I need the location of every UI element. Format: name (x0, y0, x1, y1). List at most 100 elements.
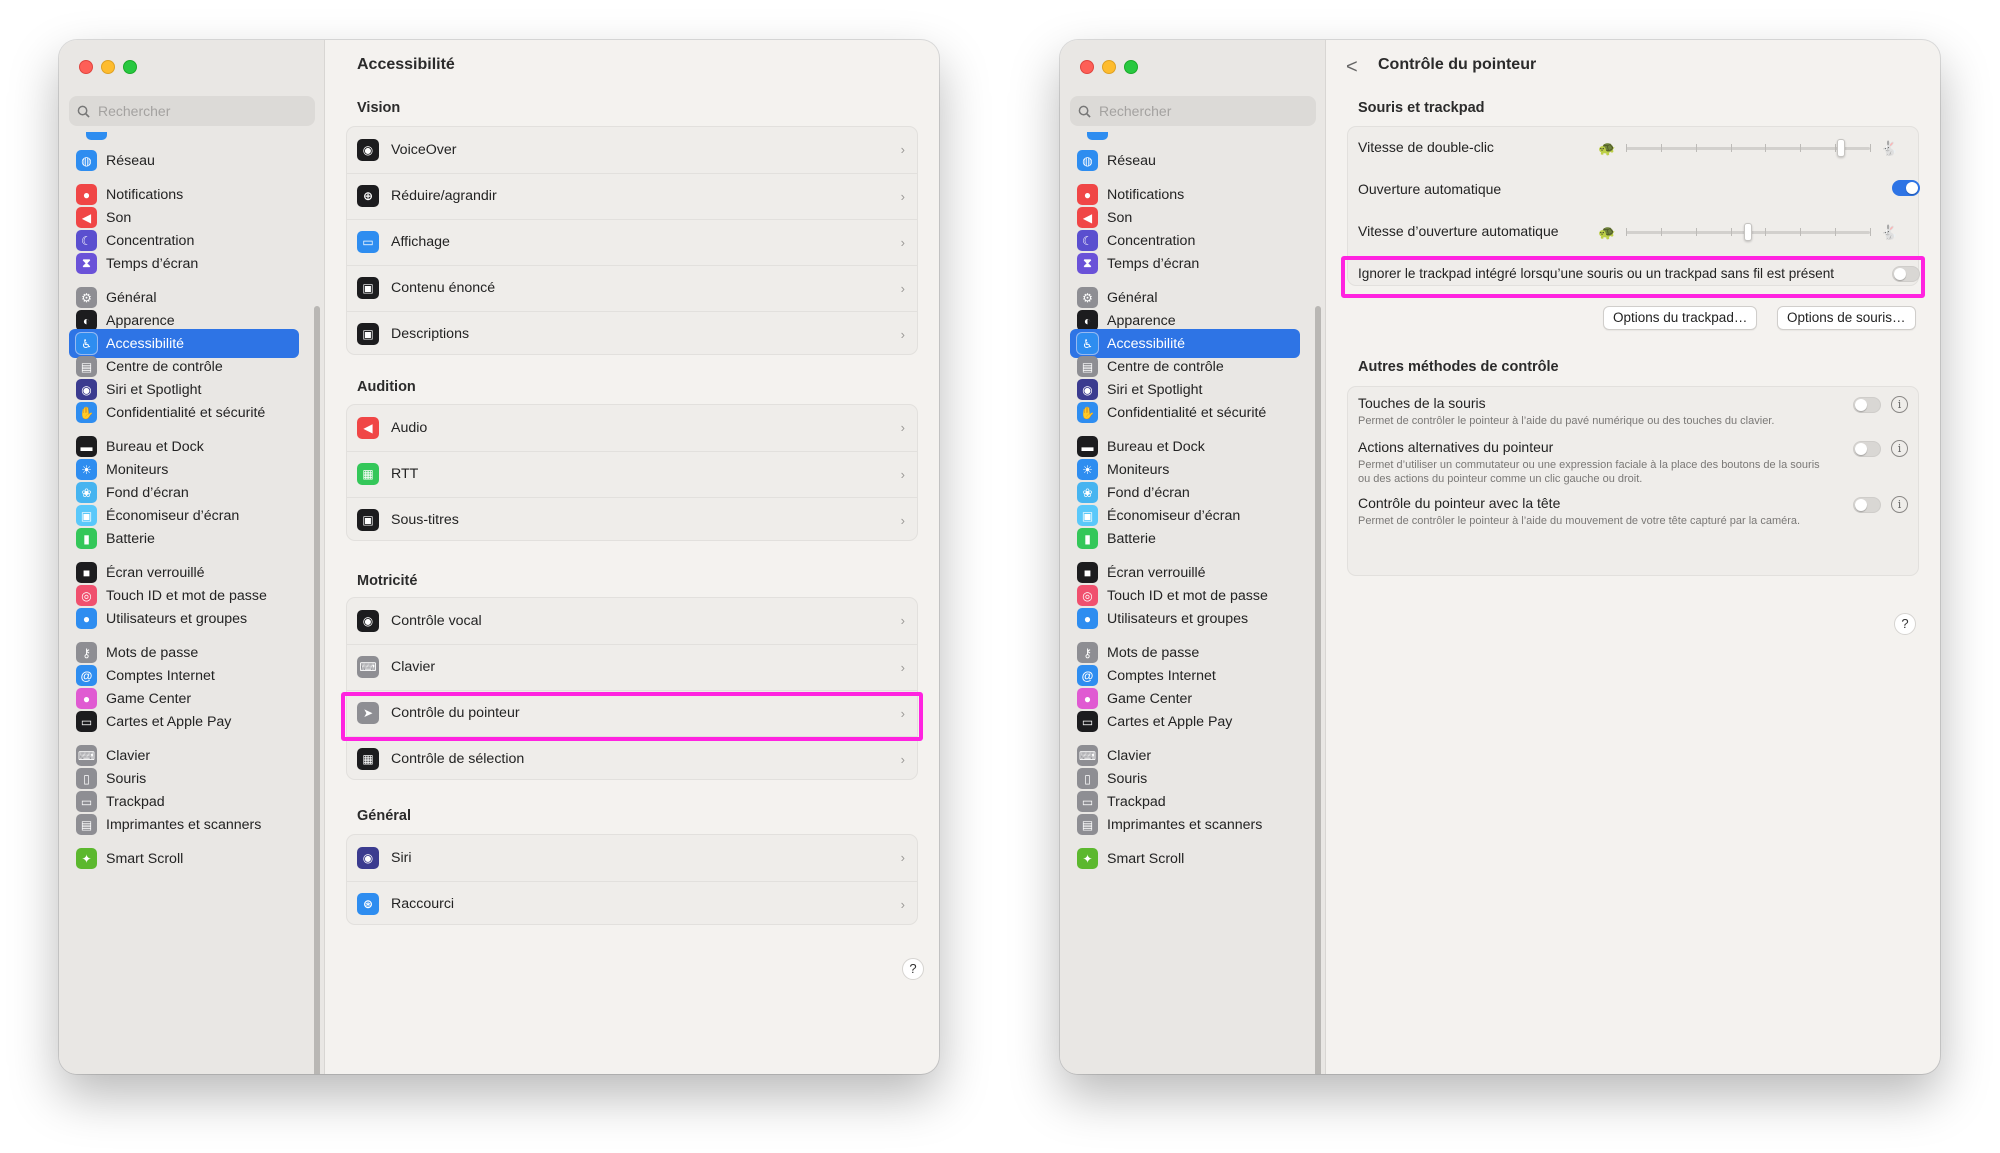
row-zoom[interactable]: ⊕ Réduire/agrandir › (347, 173, 917, 218)
row-spoken-content[interactable]: ▣ Contenu énoncé › (347, 265, 917, 310)
hare-icon: 🐇 (1880, 140, 1898, 156)
slider-thumb[interactable] (1744, 223, 1752, 241)
battery-icon: ▮ (1077, 528, 1098, 549)
slider-tick (1835, 144, 1837, 152)
sidebar-scrollbar[interactable] (314, 306, 320, 1074)
siri-icon: ◉ (1077, 379, 1098, 400)
other-method-toggle[interactable] (1853, 397, 1881, 413)
close-button[interactable] (1080, 60, 1094, 74)
voice-control-icon: ◉ (357, 609, 379, 632)
slider-tick (1660, 144, 1662, 152)
sidebar-item-battery[interactable]: ▮ Batterie (69, 524, 299, 553)
search-input[interactable] (98, 103, 298, 119)
help-button[interactable]: ? (1894, 613, 1916, 635)
info-icon[interactable]: i (1891, 396, 1908, 413)
chevron-right-icon: › (900, 512, 905, 528)
sidebar-item-hand[interactable]: ✋ Confidentialité et sécurité (1070, 398, 1300, 427)
sidebar-item-label: Batterie (106, 530, 155, 547)
sidebar-item-smart-scroll[interactable]: ✦ Smart Scroll (69, 844, 299, 873)
row-switch-control[interactable]: ▦ Contrôle de sélection › (347, 736, 917, 781)
sidebar-item-users[interactable]: ● Utilisateurs et groupes (69, 604, 299, 633)
minimize-button[interactable] (1102, 60, 1116, 74)
sidebar-item-label: Game Center (106, 690, 192, 707)
sidebar-item-hand[interactable]: ✋ Confidentialité et sécurité (69, 398, 299, 427)
shortcut-icon: ⊛ (357, 893, 379, 915)
trackpad-options-button[interactable]: Options du trackpad… (1603, 306, 1758, 330)
sidebar-item-label: Clavier (106, 747, 151, 764)
row-display[interactable]: ▭ Affichage › (347, 219, 917, 264)
sidebar-item-users[interactable]: ● Utilisateurs et groupes (1070, 604, 1300, 633)
other-method-toggle[interactable] (1853, 441, 1881, 457)
row-keyboard[interactable]: ⌨ Clavier › (347, 644, 917, 689)
settings-window-pointer-control: ◍Réseau●Notifications◀Son☾Concentration⧗… (1060, 40, 1940, 1074)
zoom-button[interactable] (1124, 60, 1138, 74)
row-voice-control[interactable]: ◉ Contrôle vocal › (347, 598, 917, 643)
sidebar-item-label: Smart Scroll (1107, 850, 1185, 867)
row-voiceover[interactable]: ◉ VoiceOver › (347, 127, 917, 172)
search-field[interactable] (1070, 96, 1316, 126)
sidebar-item-smart-scroll[interactable]: ✦ Smart Scroll (1070, 844, 1300, 873)
sidebar-item-label: Souris (1107, 770, 1148, 787)
chevron-right-icon: › (900, 188, 905, 204)
other-method-title: Contrôle du pointeur avec la tête (1358, 495, 1561, 511)
gear-icon: ⚙ (76, 287, 97, 308)
mouse-icon: ▯ (1077, 768, 1098, 789)
info-icon[interactable]: i (1891, 440, 1908, 457)
sidebar-item-label: Utilisateurs et groupes (106, 610, 248, 627)
sidebar-item-hourglass[interactable]: ⧗ Temps d’écran (1070, 249, 1300, 278)
sidebar-item-printer[interactable]: ▤ Imprimantes et scanners (1070, 810, 1300, 839)
partially-visible-icon (1087, 132, 1108, 140)
sidebar-item-label: Réseau (1107, 152, 1156, 169)
row-shortcut[interactable]: ⊛ Raccourci › (347, 881, 917, 926)
game-center-icon: ● (1077, 688, 1098, 709)
help-button[interactable]: ? (902, 958, 924, 980)
sidebar-item-battery[interactable]: ▮ Batterie (1070, 524, 1300, 553)
sidebar-item-globe[interactable]: ◍ Réseau (1070, 146, 1300, 175)
spring-loading-speed-slider[interactable]: 🐢 🐇 (1598, 222, 1898, 242)
search-input[interactable] (1099, 103, 1299, 119)
accessibility-icon: ♿ (1077, 333, 1098, 354)
trackpad-icon: ▭ (76, 791, 97, 812)
double-click-speed-slider[interactable]: 🐢 🐇 (1598, 138, 1898, 158)
hourglass-icon: ⧗ (1077, 253, 1098, 274)
users-icon: ● (1077, 608, 1098, 629)
row-rtt[interactable]: ▦ RTT › (347, 451, 917, 496)
sidebar-item-label: Notifications (106, 186, 184, 203)
spring-loading-toggle[interactable] (1892, 180, 1920, 196)
sidebar-item-wallet[interactable]: ▭ Cartes et Apple Pay (1070, 707, 1300, 736)
sidebar-item-label: Moniteurs (1107, 461, 1170, 478)
other-method-title: Actions alternatives du pointeur (1358, 439, 1554, 455)
sidebar-item-label: Siri et Spotlight (106, 381, 202, 398)
section-heading: Vision (357, 100, 401, 116)
speaker-icon: ◀ (1077, 207, 1098, 228)
slider-tick (1765, 228, 1767, 236)
sidebar-scrollbar[interactable] (1315, 306, 1321, 1074)
sidebar-item-label: Confidentialité et sécurité (106, 404, 266, 421)
zoom-button[interactable] (123, 60, 137, 74)
row-audio[interactable]: ◀ Audio › (347, 405, 917, 450)
sidebar-item-globe[interactable]: ◍ Réseau (69, 146, 299, 175)
sidebar-item-wallet[interactable]: ▭ Cartes et Apple Pay (69, 707, 299, 736)
row-subtitles[interactable]: ▣ Sous-titres › (347, 497, 917, 542)
slider-thumb[interactable] (1836, 139, 1845, 157)
slider-tick (1765, 144, 1767, 152)
info-icon[interactable]: i (1891, 496, 1908, 513)
screensaver-icon: ▣ (1077, 505, 1098, 526)
other-method-toggle[interactable] (1853, 497, 1881, 513)
row-label: VoiceOver (391, 141, 457, 158)
row-descriptions[interactable]: ▣ Descriptions › (347, 311, 917, 356)
slider-tick (1730, 228, 1732, 236)
search-icon (77, 105, 90, 118)
page-title: Contrôle du pointeur (1378, 56, 1537, 73)
mouse-options-button[interactable]: Options de souris… (1777, 306, 1916, 330)
search-field[interactable] (69, 96, 315, 126)
smart-scroll-icon: ✦ (1077, 848, 1098, 869)
minimize-button[interactable] (101, 60, 115, 74)
row-siri[interactable]: ◉ Siri › (347, 835, 917, 880)
chevron-right-icon: › (900, 234, 905, 250)
sidebar-item-printer[interactable]: ▤ Imprimantes et scanners (69, 810, 299, 839)
back-button[interactable]: < (1346, 56, 1358, 79)
close-button[interactable] (79, 60, 93, 74)
chevron-right-icon: › (900, 850, 905, 865)
sidebar-item-hourglass[interactable]: ⧗ Temps d’écran (69, 249, 299, 278)
